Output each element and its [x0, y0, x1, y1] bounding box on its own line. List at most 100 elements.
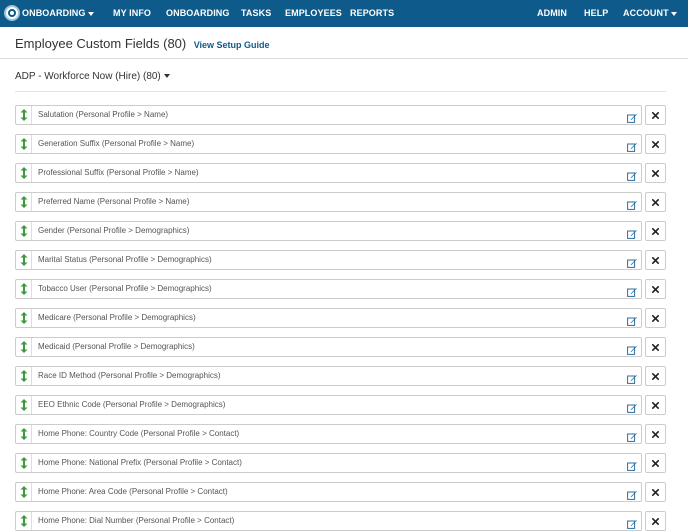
edit-icon[interactable]	[627, 284, 637, 297]
edit-icon[interactable]	[627, 255, 637, 268]
custom-field-row[interactable]: Home Phone: Country Code (Personal Profi…	[15, 424, 666, 444]
custom-field-box[interactable]: Gender (Personal Profile > Demographics)	[15, 221, 642, 241]
close-icon	[652, 488, 659, 496]
custom-field-row[interactable]: Salutation (Personal Profile > Name)	[15, 105, 666, 125]
delete-field-button[interactable]	[645, 366, 666, 386]
custom-field-label: Medicaid (Personal Profile > Demographic…	[38, 342, 195, 351]
drag-handle-icon[interactable]	[16, 280, 32, 298]
drag-handle-icon[interactable]	[16, 512, 32, 530]
delete-field-button[interactable]	[645, 337, 666, 357]
drag-handle-icon[interactable]	[16, 309, 32, 327]
custom-field-box[interactable]: Generation Suffix (Personal Profile > Na…	[15, 134, 642, 154]
nav-help[interactable]: HELP	[584, 0, 608, 27]
custom-field-box[interactable]: Home Phone: Dial Number (Personal Profil…	[15, 511, 642, 531]
custom-field-label: Preferred Name (Personal Profile > Name)	[38, 197, 190, 206]
delete-field-button[interactable]	[645, 105, 666, 125]
close-icon	[652, 111, 659, 119]
edit-icon[interactable]	[627, 487, 637, 500]
close-icon	[652, 198, 659, 206]
close-icon	[652, 401, 659, 409]
nav-admin[interactable]: ADMIN	[537, 0, 567, 27]
delete-field-button[interactable]	[645, 250, 666, 270]
custom-field-box[interactable]: Home Phone: National Prefix (Personal Pr…	[15, 453, 642, 473]
drag-handle-icon[interactable]	[16, 164, 32, 182]
nav-account[interactable]: ACCOUNT	[623, 0, 677, 27]
delete-field-button[interactable]	[645, 424, 666, 444]
custom-field-box[interactable]: Medicaid (Personal Profile > Demographic…	[15, 337, 642, 357]
nav-onboarding[interactable]: ONBOARDING	[166, 0, 230, 27]
edit-icon[interactable]	[627, 429, 637, 442]
custom-field-box[interactable]: Preferred Name (Personal Profile > Name)	[15, 192, 642, 212]
nav-employees[interactable]: EMPLOYEES	[285, 0, 342, 27]
edit-icon[interactable]	[627, 110, 637, 123]
drag-handle-icon[interactable]	[16, 135, 32, 153]
app-logo-icon[interactable]	[4, 5, 20, 21]
delete-field-button[interactable]	[645, 482, 666, 502]
drag-handle-icon[interactable]	[16, 106, 32, 124]
edit-icon[interactable]	[627, 342, 637, 355]
edit-icon[interactable]	[627, 168, 637, 181]
custom-field-row[interactable]: Home Phone: National Prefix (Personal Pr…	[15, 453, 666, 473]
drag-handle-icon[interactable]	[16, 483, 32, 501]
custom-field-row[interactable]: Home Phone: Area Code (Personal Profile …	[15, 482, 666, 502]
chevron-down-icon	[163, 74, 170, 79]
edit-icon[interactable]	[627, 371, 637, 384]
drag-handle-icon[interactable]	[16, 222, 32, 240]
custom-field-row[interactable]: Medicare (Personal Profile > Demographic…	[15, 308, 666, 328]
drag-handle-icon[interactable]	[16, 367, 32, 385]
custom-field-box[interactable]: Race ID Method (Personal Profile > Demog…	[15, 366, 642, 386]
nav-reports[interactable]: REPORTS	[350, 0, 394, 27]
custom-field-row[interactable]: EEO Ethnic Code (Personal Profile > Demo…	[15, 395, 666, 415]
view-setup-guide-link[interactable]: View Setup Guide	[194, 40, 270, 50]
drag-handle-icon[interactable]	[16, 396, 32, 414]
edit-icon[interactable]	[627, 458, 637, 471]
delete-field-button[interactable]	[645, 163, 666, 183]
delete-field-button[interactable]	[645, 453, 666, 473]
custom-field-row[interactable]: Marital Status (Personal Profile > Demog…	[15, 250, 666, 270]
delete-field-button[interactable]	[645, 279, 666, 299]
delete-field-button[interactable]	[645, 511, 666, 531]
custom-field-box[interactable]: Home Phone: Area Code (Personal Profile …	[15, 482, 642, 502]
delete-field-button[interactable]	[645, 221, 666, 241]
nav-brand-onboarding[interactable]: ONBOARDING	[22, 0, 94, 27]
custom-field-row[interactable]: Generation Suffix (Personal Profile > Na…	[15, 134, 666, 154]
edit-icon[interactable]	[627, 139, 637, 152]
custom-field-box[interactable]: EEO Ethnic Code (Personal Profile > Demo…	[15, 395, 642, 415]
custom-field-label: Medicare (Personal Profile > Demographic…	[38, 313, 196, 322]
custom-field-row[interactable]: Race ID Method (Personal Profile > Demog…	[15, 366, 666, 386]
delete-field-button[interactable]	[645, 308, 666, 328]
section-divider	[15, 91, 666, 92]
edit-icon[interactable]	[627, 313, 637, 326]
custom-field-row[interactable]: Gender (Personal Profile > Demographics)	[15, 221, 666, 241]
custom-field-row[interactable]: Home Phone: Dial Number (Personal Profil…	[15, 511, 666, 531]
edit-icon[interactable]	[627, 516, 637, 529]
custom-field-box[interactable]: Professional Suffix (Personal Profile > …	[15, 163, 642, 183]
custom-field-box[interactable]: Salutation (Personal Profile > Name)	[15, 105, 642, 125]
custom-field-box[interactable]: Tobacco User (Personal Profile > Demogra…	[15, 279, 642, 299]
close-icon	[652, 459, 659, 467]
close-icon	[652, 169, 659, 177]
custom-field-box[interactable]: Medicare (Personal Profile > Demographic…	[15, 308, 642, 328]
close-icon	[652, 517, 659, 525]
nav-my-info[interactable]: MY INFO	[113, 0, 151, 27]
delete-field-button[interactable]	[645, 192, 666, 212]
delete-field-button[interactable]	[645, 134, 666, 154]
edit-icon[interactable]	[627, 197, 637, 210]
edit-icon[interactable]	[627, 226, 637, 239]
custom-field-row[interactable]: Medicaid (Personal Profile > Demographic…	[15, 337, 666, 357]
drag-handle-icon[interactable]	[16, 193, 32, 211]
custom-field-row[interactable]: Tobacco User (Personal Profile > Demogra…	[15, 279, 666, 299]
custom-field-label: Home Phone: Area Code (Personal Profile …	[38, 487, 228, 496]
custom-field-row[interactable]: Professional Suffix (Personal Profile > …	[15, 163, 666, 183]
drag-handle-icon[interactable]	[16, 338, 32, 356]
nav-tasks[interactable]: TASKS	[241, 0, 271, 27]
custom-field-row[interactable]: Preferred Name (Personal Profile > Name)	[15, 192, 666, 212]
custom-field-box[interactable]: Marital Status (Personal Profile > Demog…	[15, 250, 642, 270]
drag-handle-icon[interactable]	[16, 425, 32, 443]
custom-field-box[interactable]: Home Phone: Country Code (Personal Profi…	[15, 424, 642, 444]
section-dropdown[interactable]: ADP - Workforce Now (Hire) (80)	[15, 71, 170, 82]
drag-handle-icon[interactable]	[16, 454, 32, 472]
drag-handle-icon[interactable]	[16, 251, 32, 269]
delete-field-button[interactable]	[645, 395, 666, 415]
edit-icon[interactable]	[627, 400, 637, 413]
